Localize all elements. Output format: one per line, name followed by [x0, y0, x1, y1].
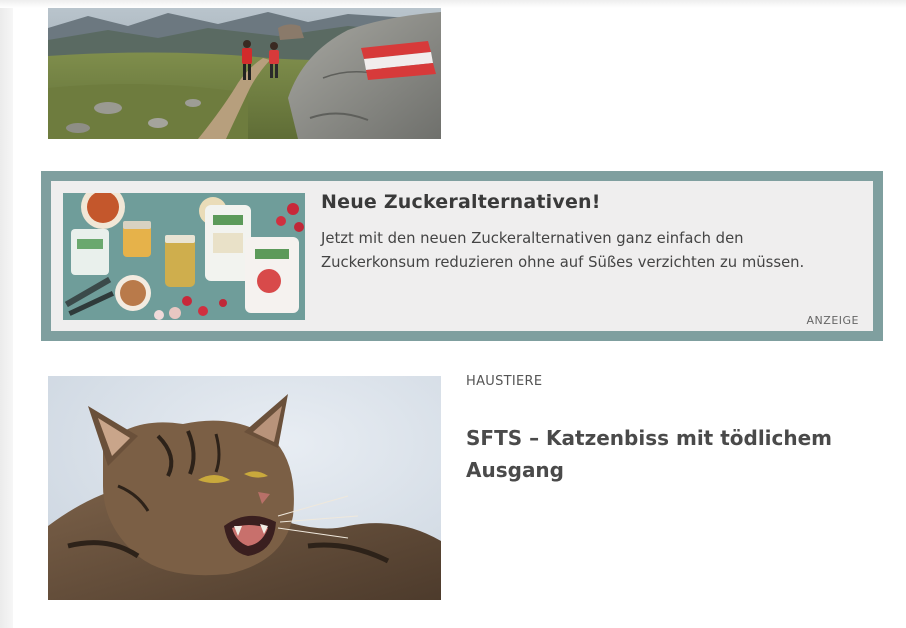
ad-content: Neue Zuckeralternativen! Jetzt mit den n…	[51, 181, 873, 331]
cat-image	[48, 376, 441, 600]
hiking-image	[48, 8, 441, 139]
ad-image[interactable]	[63, 193, 305, 320]
left-gutter	[0, 0, 13, 628]
sugar-products-image	[63, 193, 305, 320]
page: Neue Zuckeralternativen! Jetzt mit den n…	[0, 0, 906, 628]
article-category[interactable]: HAUSTIERE	[466, 374, 542, 389]
ad-text: Jetzt mit den neuen Zuckeralternativen g…	[321, 230, 805, 271]
article-image[interactable]	[48, 376, 441, 600]
ad-title[interactable]: Neue Zuckeralternativen!	[321, 191, 601, 213]
article-headline[interactable]: SFTS – Katzenbiss mit tödlichem Ausgang	[466, 422, 886, 486]
hiking-teaser-image[interactable]	[48, 8, 441, 139]
ad-banner[interactable]: Neue Zuckeralternativen! Jetzt mit den n…	[41, 171, 883, 341]
top-shadow	[0, 0, 906, 8]
ad-label: ANZEIGE	[806, 314, 859, 327]
